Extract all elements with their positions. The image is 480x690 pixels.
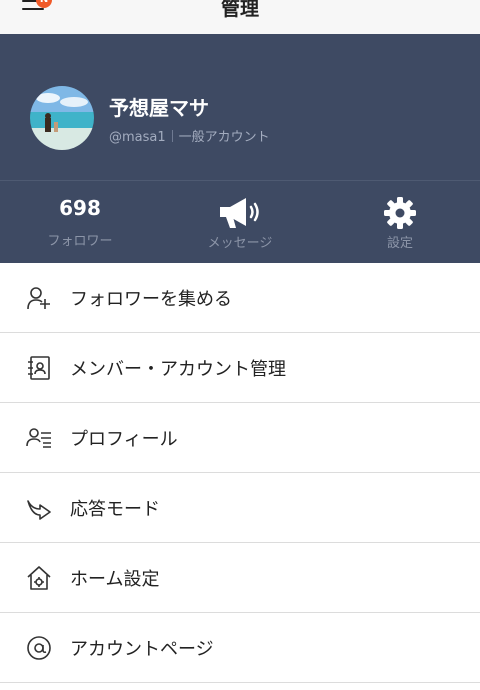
settings-label: 設定 [386, 236, 413, 251]
add-user-icon [24, 283, 54, 313]
gear-icon [320, 194, 480, 232]
profile-card-icon [24, 423, 54, 453]
menu-item-home-settings[interactable]: ホーム設定 [0, 543, 480, 613]
at-sign-icon [24, 633, 54, 663]
reply-arrow-icon [24, 493, 54, 523]
home-gear-icon [24, 563, 54, 593]
header-divider [0, 180, 480, 181]
account-name: 予想屋マサ [109, 96, 209, 120]
menu-item-label: プロフィール [70, 428, 178, 450]
megaphone-icon [160, 194, 320, 232]
settings-button[interactable]: 設定 [320, 184, 480, 251]
messages-button[interactable]: メッセージ [160, 184, 320, 251]
account-header: 予想屋マサ @masa1 一般アカウント 698 フォロワー メッセージ 設定 [0, 34, 480, 263]
menu-item-label: メンバー・アカウント管理 [70, 358, 286, 380]
page-title: 管理 [220, 0, 259, 20]
top-bar: N 管理 [0, 0, 480, 34]
menu-list: フォロワーを集める メンバー・アカウント管理 プロフィール 応答モード ホーム設… [0, 263, 480, 683]
menu-item-label: ホーム設定 [70, 568, 160, 590]
followers-stat[interactable]: 698 フォロワー [0, 184, 160, 249]
contact-book-icon [24, 353, 54, 383]
account-handle: @masa1 [109, 130, 166, 145]
account-type: 一般アカウント [178, 130, 270, 145]
followers-label: フォロワー [47, 234, 113, 249]
menu-item-gather-followers[interactable]: フォロワーを集める [0, 263, 480, 333]
avatar[interactable] [30, 86, 94, 150]
separator [171, 130, 173, 142]
menu-item-response-mode[interactable]: 応答モード [0, 473, 480, 543]
menu-item-profile[interactable]: プロフィール [0, 403, 480, 473]
menu-item-label: フォロワーを集める [70, 288, 232, 310]
messages-label: メッセージ [207, 236, 273, 251]
followers-count: 698 [59, 196, 101, 220]
menu-item-member-account-management[interactable]: メンバー・アカウント管理 [0, 333, 480, 403]
menu-item-account-page[interactable]: アカウントページ [0, 613, 480, 683]
menu-item-label: アカウントページ [70, 638, 214, 660]
account-subtitle: @masa1 一般アカウント [109, 126, 270, 145]
menu-item-label: 応答モード [70, 498, 160, 520]
